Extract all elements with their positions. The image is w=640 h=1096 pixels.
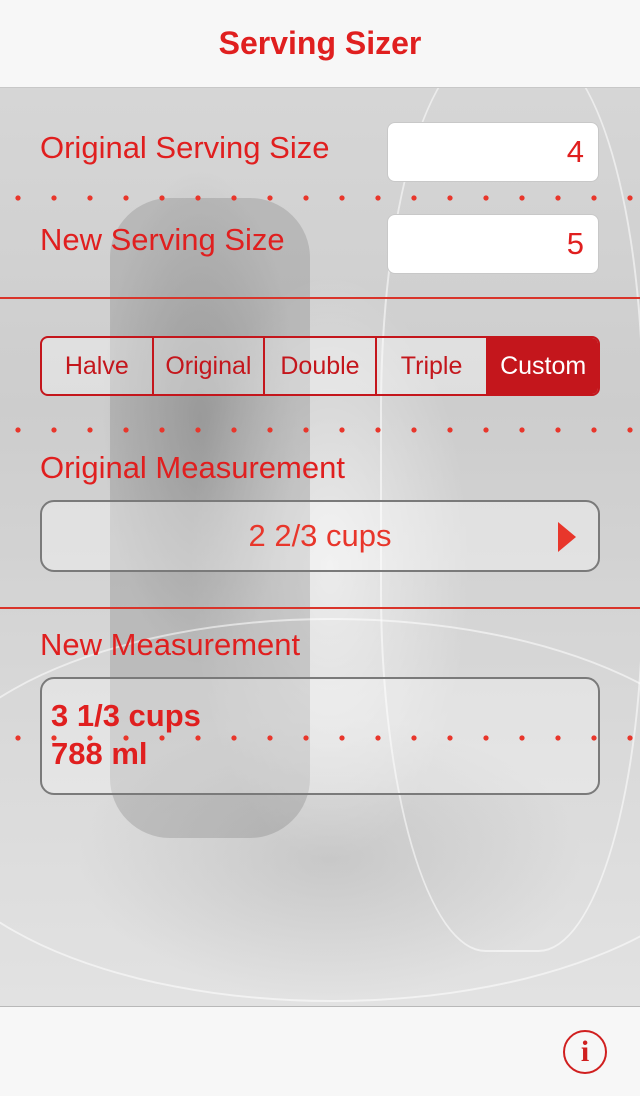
original-measurement-label: Original Measurement bbox=[40, 450, 345, 485]
dotted-divider bbox=[0, 735, 640, 741]
original-serving-size-input[interactable]: 4 bbox=[387, 122, 599, 182]
segment-double[interactable]: Double bbox=[263, 338, 375, 394]
original-measurement-button[interactable]: 2 2/3 cups bbox=[40, 500, 600, 572]
original-serving-size-label: Original Serving Size bbox=[40, 130, 330, 165]
bottom-toolbar: i bbox=[0, 1006, 640, 1096]
dotted-divider bbox=[0, 427, 640, 433]
segment-custom[interactable]: Custom bbox=[486, 338, 598, 394]
new-measurement-label: New Measurement bbox=[40, 627, 301, 662]
section-divider bbox=[0, 607, 640, 609]
original-measurement-value: 2 2/3 cups bbox=[248, 518, 392, 553]
main-content: Original Serving Size 4 New Serving Size… bbox=[0, 88, 640, 1006]
disclosure-arrow-icon bbox=[558, 522, 576, 552]
info-button[interactable]: i bbox=[563, 1030, 607, 1074]
section-divider bbox=[0, 297, 640, 299]
new-serving-size-input[interactable]: 5 bbox=[387, 214, 599, 274]
navigation-bar: Serving Sizer bbox=[0, 0, 640, 88]
info-icon: i bbox=[580, 1035, 590, 1068]
multiplier-segmented-control: Halve Original Double Triple Custom bbox=[40, 336, 600, 396]
segment-halve[interactable]: Halve bbox=[42, 338, 152, 394]
new-serving-size-label: New Serving Size bbox=[40, 222, 285, 257]
app-title: Serving Sizer bbox=[218, 25, 422, 61]
dotted-divider bbox=[0, 195, 640, 201]
segment-original[interactable]: Original bbox=[151, 338, 264, 394]
segment-triple[interactable]: Triple bbox=[374, 338, 487, 394]
new-measurement-cups: 3 1/3 cups bbox=[51, 698, 201, 733]
